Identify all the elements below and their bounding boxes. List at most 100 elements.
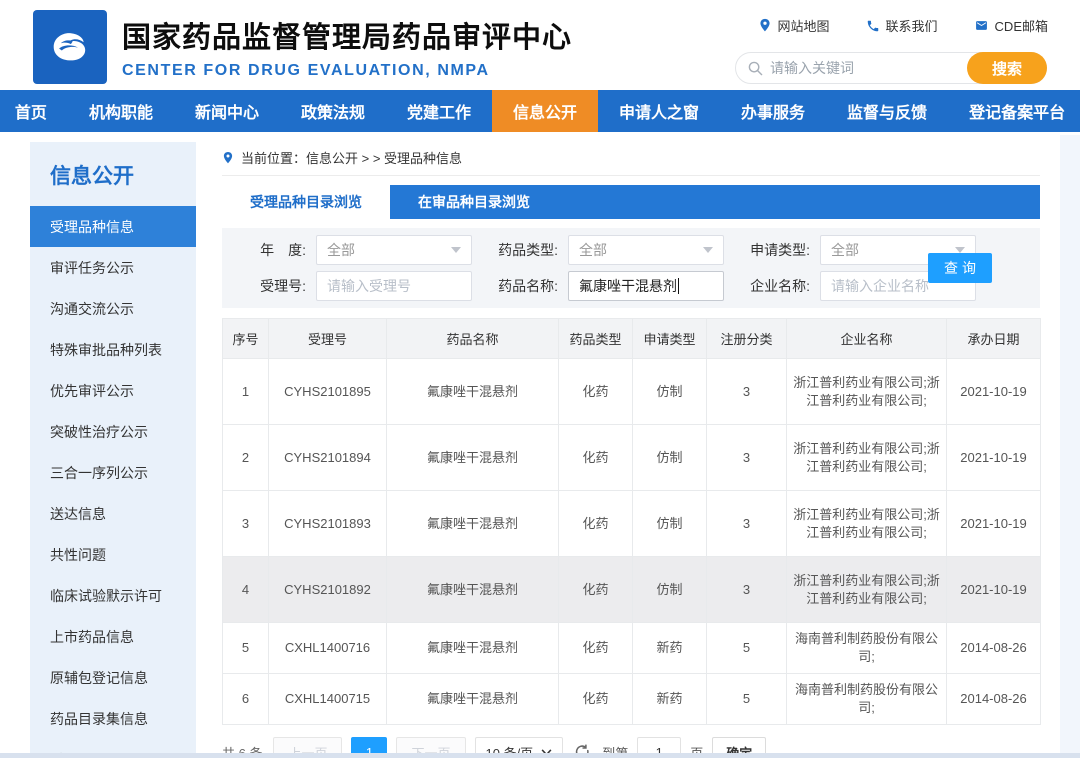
- table-cell: 2014-08-26: [946, 673, 1041, 725]
- nav-item-2[interactable]: 机构职能: [68, 90, 174, 132]
- nav-item-6[interactable]: 信息公开: [492, 90, 599, 132]
- table-cell: 浙江普利药业有限公司;浙江普利药业有限公司;: [786, 358, 947, 425]
- table-cell: 1: [222, 358, 269, 425]
- main-nav: 首页 机构职能 新闻中心 政策法规 党建工作 信息公开 申请人之窗 办事服务 监督与反馈 登记备案…: [0, 90, 1080, 132]
- table-header-row: 序号 受理号 药品名称 药品类型 申请类型 注册分类 企业名称 承办日期: [222, 318, 1041, 359]
- table-cell: 氟康唑干混悬剂: [386, 622, 559, 674]
- sidebar-item-12[interactable]: 原辅包登记信息: [30, 657, 196, 698]
- sidebar-item-4[interactable]: 特殊审批品种列表: [30, 329, 196, 370]
- location-pin-icon: [758, 18, 772, 33]
- text-caret: [678, 278, 679, 294]
- table-cell: CYHS2101893: [268, 490, 387, 557]
- apply-type-label: 申请类型:: [750, 242, 810, 258]
- quick-link-label: 网站地图: [777, 19, 830, 34]
- brand-block: 国家药品监督管理局药品审评中心 CENTER FOR DRUG EVALUATI…: [122, 14, 572, 80]
- apply-type-select-value: 全部: [831, 242, 859, 258]
- nav-item-10[interactable]: 登记备案平台: [948, 90, 1080, 132]
- nav-item-5[interactable]: 党建工作: [386, 90, 492, 132]
- drug-name-value: 氟康唑干混悬剂: [579, 278, 677, 294]
- table-row: 3 CYHS2101893 氟康唑干混悬剂 化药 仿制 3 浙江普利药业有限公司;浙江普利药…: [222, 490, 1041, 557]
- table-cell: 浙江普利药业有限公司;浙江普利药业有限公司;: [786, 490, 947, 557]
- quick-link-label: 联系我们: [885, 19, 938, 34]
- year-label: 年 度:: [260, 242, 306, 258]
- table-cell: 新药: [632, 622, 707, 674]
- table-cell: 化药: [558, 673, 633, 725]
- table-row: 4 CYHS2101892 氟康唑干混悬剂 化药 仿制 3 浙江普利药业有限公司;浙江普利药…: [222, 556, 1041, 623]
- nav-item-8[interactable]: 办事服务: [720, 90, 826, 132]
- table-row: 2 CYHS2101894 氟康唑干混悬剂 化药 仿制 3 浙江普利药业有限公司;浙江普利药…: [222, 424, 1041, 491]
- column-header: 承办日期: [946, 318, 1041, 359]
- table-cell: 新药: [632, 673, 707, 725]
- table-cell: 2014-08-26: [946, 622, 1041, 674]
- sidebar-item-6[interactable]: 突破性治疗公示: [30, 411, 196, 452]
- column-header: 企业名称: [786, 318, 947, 359]
- chevron-down-icon: [451, 247, 461, 253]
- table-cell: CXHL1400716: [268, 622, 387, 674]
- company-label: 企业名称:: [750, 278, 810, 294]
- sidebar-item-1[interactable]: 受理品种信息: [30, 206, 196, 247]
- search-input[interactable]: [770, 60, 967, 76]
- nav-item-9[interactable]: 监督与反馈: [826, 90, 948, 132]
- chevron-down-icon: [703, 247, 713, 253]
- drug-name-input[interactable]: 氟康唑干混悬剂: [568, 271, 724, 301]
- sidebar-item-11[interactable]: 上市药品信息: [30, 616, 196, 657]
- search-button[interactable]: 搜索: [967, 52, 1047, 84]
- table-cell: 5: [222, 622, 269, 674]
- filter-panel: 年 度: 全部 药品类型: 全部 申请类型: 全部 受理号: 药品名称: 氟康唑…: [222, 228, 1040, 308]
- accept-no-input[interactable]: [316, 271, 472, 301]
- sidebar-item-2[interactable]: 审评任务公示: [30, 247, 196, 288]
- table-cell: 6: [222, 673, 269, 725]
- tab-1[interactable]: 受理品种目录浏览: [222, 185, 390, 219]
- tab-2[interactable]: 在审品种目录浏览: [390, 185, 558, 219]
- table-cell: 5: [706, 673, 787, 725]
- column-header: 受理号: [268, 318, 387, 359]
- column-header: 注册分类: [706, 318, 787, 359]
- table-cell: CYHS2101894: [268, 424, 387, 491]
- table-cell: 化药: [558, 358, 633, 425]
- tab-bar: 受理品种目录浏览 在审品种目录浏览: [222, 185, 1040, 219]
- nav-item-3[interactable]: 新闻中心: [174, 90, 280, 132]
- table-cell: 仿制: [632, 358, 707, 425]
- phone-icon: [866, 19, 880, 33]
- sidebar-item-3[interactable]: 沟通交流公示: [30, 288, 196, 329]
- table-cell: 化药: [558, 490, 633, 557]
- table-cell: CXHL1400715: [268, 673, 387, 725]
- table-cell: 氟康唑干混悬剂: [386, 424, 559, 491]
- year-select-value: 全部: [327, 242, 355, 258]
- nav-item-1[interactable]: 首页: [0, 90, 68, 132]
- results-table: 序号 受理号 药品名称 药品类型 申请类型 注册分类 企业名称 承办日期 1 CYHS21018…: [222, 318, 1041, 725]
- table-cell: 氟康唑干混悬剂: [386, 556, 559, 623]
- table-cell: 2021-10-19: [946, 424, 1041, 491]
- nav-item-4[interactable]: 政策法规: [280, 90, 386, 132]
- table-cell: CYHS2101892: [268, 556, 387, 623]
- sidebar-item-10[interactable]: 临床试验默示许可: [30, 575, 196, 616]
- table-cell: 浙江普利药业有限公司;浙江普利药业有限公司;: [786, 424, 947, 491]
- nav-item-7[interactable]: 申请人之窗: [598, 90, 720, 132]
- table-cell: 4: [222, 556, 269, 623]
- table-cell: 3: [706, 556, 787, 623]
- breadcrumb-text: 当前位置：信息公开 > > 受理品种信息: [241, 151, 463, 166]
- table-row: 1 CYHS2101895 氟康唑干混悬剂 化药 仿制 3 浙江普利药业有限公司;浙江普利药…: [222, 358, 1041, 425]
- table-cell: 海南普利制药股份有限公司;: [786, 673, 947, 725]
- drug-type-select[interactable]: 全部: [568, 235, 724, 265]
- sidebar: 信息公开 受理品种信息 审评任务公示 沟通交流公示 特殊审批品种列表 优先审评公示 突破性…: [30, 142, 196, 758]
- footer-strip: [0, 753, 1080, 758]
- query-button[interactable]: 查询: [928, 253, 992, 283]
- column-header: 序号: [222, 318, 269, 359]
- quick-links: 网站地图 联系我们 CDE邮箱: [758, 16, 1048, 35]
- quick-link-3[interactable]: CDE邮箱: [974, 16, 1048, 35]
- table-cell: 3: [706, 358, 787, 425]
- table-cell: 仿制: [632, 424, 707, 491]
- table-cell: 海南普利制药股份有限公司;: [786, 622, 947, 674]
- quick-link-2[interactable]: 联系我们: [866, 16, 938, 35]
- sidebar-item-5[interactable]: 优先审评公示: [30, 370, 196, 411]
- sidebar-item-13[interactable]: 药品目录集信息: [30, 698, 196, 739]
- drug-type-label: 药品类型:: [498, 242, 558, 258]
- sidebar-item-8[interactable]: 送达信息: [30, 493, 196, 534]
- year-select[interactable]: 全部: [316, 235, 472, 265]
- table-cell: 化药: [558, 622, 633, 674]
- sidebar-item-9[interactable]: 共性问题: [30, 534, 196, 575]
- quick-link-1[interactable]: 网站地图: [758, 16, 830, 35]
- sidebar-item-7[interactable]: 三合一序列公示: [30, 452, 196, 493]
- search-icon: [748, 61, 763, 76]
